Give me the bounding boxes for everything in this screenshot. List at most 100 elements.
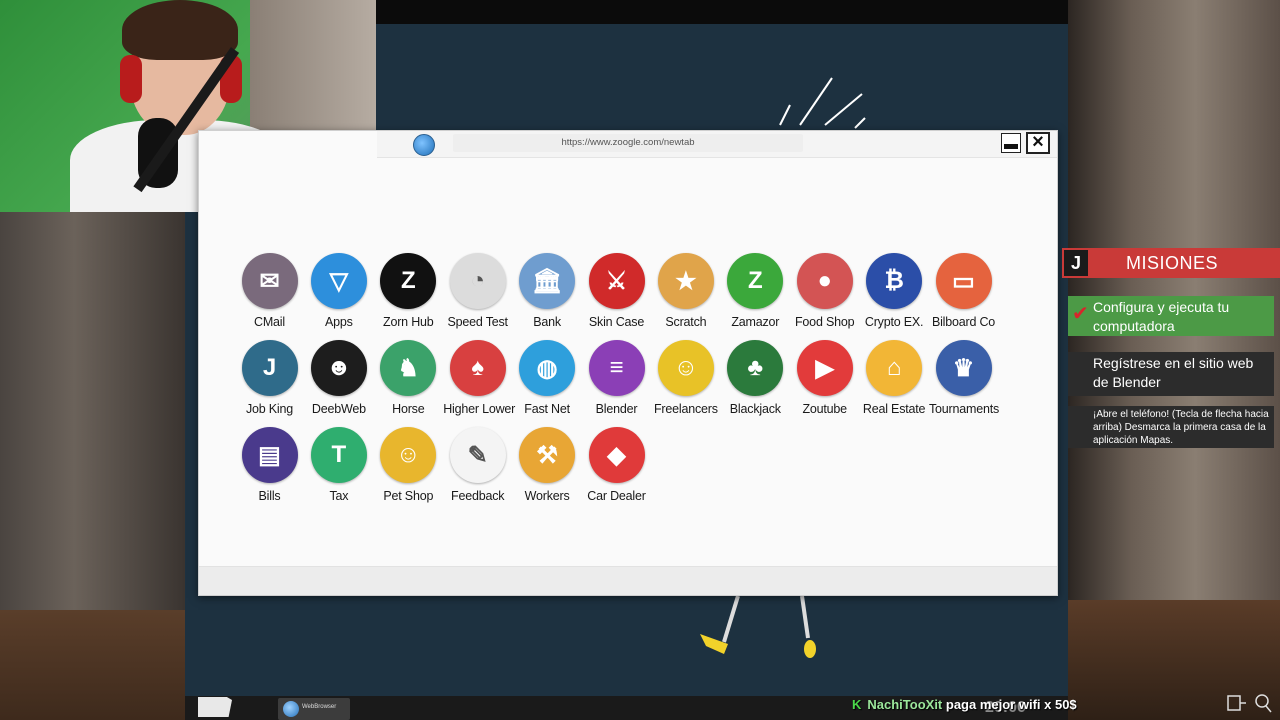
zorn-hub-icon: Z <box>380 253 437 309</box>
app-label: Blackjack <box>729 402 781 416</box>
burger-icon: ● <box>796 253 853 309</box>
mission-item: Regístrese en el sitio web de Blender <box>1068 352 1274 396</box>
app-label: Blender <box>595 402 638 416</box>
scratch-ticket-icon: ★ <box>657 253 714 309</box>
crypto-laptop-icon: ₿ <box>866 253 923 309</box>
trophy-icon: ♛ <box>935 340 992 396</box>
app-freelancers[interactable]: ☺ Freelancers <box>651 340 720 416</box>
chat-message: K NachiTooXit paga mejor wifi x 50$ <box>852 697 1077 712</box>
search-icon <box>1255 694 1269 708</box>
app-label: Bilboard Co <box>931 315 996 329</box>
app-zoutube[interactable]: ▶ Zoutube <box>790 340 859 416</box>
zamazor-icon: Z <box>727 253 784 309</box>
play-icon: ▶ <box>796 340 853 396</box>
app-zamazor[interactable]: Z Zamazor <box>721 253 790 329</box>
url-bar[interactable]: https://www.zoogle.com/newtab <box>453 134 803 152</box>
streamer-hair <box>122 0 238 60</box>
app-feedback[interactable]: ✎ Feedback <box>443 427 512 503</box>
room-floor-left <box>0 610 185 720</box>
checkmark-icon: ✔ <box>1072 303 1089 325</box>
app-scratch[interactable]: ★ Scratch <box>651 253 720 329</box>
job-icon: J <box>241 340 298 396</box>
app-deebweb[interactable]: ☻ DeebWeb <box>304 340 373 416</box>
mask-icon: ☻ <box>310 340 367 396</box>
app-label: Skin Case <box>588 315 645 329</box>
missions-title: MISIONES <box>1125 253 1218 273</box>
app-pet-shop[interactable]: ☺ Pet Shop <box>374 427 443 503</box>
app-label: DeebWeb <box>311 402 366 416</box>
app-label: Zorn Hub <box>383 315 434 329</box>
playing-card-icon: ♠ <box>449 340 506 396</box>
app-label: Zamazor <box>731 315 780 329</box>
monitor-bezel <box>376 0 1068 24</box>
mission-text: Configura y ejecuta tu computadora <box>1093 299 1230 334</box>
app-label: Apps <box>325 315 353 329</box>
app-label: Job King <box>245 402 294 416</box>
mail-icon: ✉ <box>241 253 298 309</box>
car-icon: ◆ <box>588 427 645 483</box>
app-food-shop[interactable]: ● Food Shop <box>790 253 859 329</box>
app-workers[interactable]: ⚒ Workers <box>513 427 582 503</box>
freelancer-icon: ☺ <box>657 340 714 396</box>
wallpaper-figure <box>700 595 816 658</box>
taskbar-browser-label: WebBrowser <box>302 704 337 710</box>
app-label: Bank <box>533 315 561 329</box>
app-bilboard-co[interactable]: ▭ Bilboard Co <box>929 253 998 329</box>
app-label: Feedback <box>451 489 505 503</box>
app-tournaments[interactable]: ♛ Tournaments <box>929 340 1000 416</box>
app-apps[interactable]: ▽ Apps <box>304 253 373 329</box>
app-car-dealer[interactable]: ◆ Car Dealer <box>582 427 651 503</box>
browser-footer <box>199 566 1057 595</box>
app-label: Workers <box>524 489 570 503</box>
house-icon: ⌂ <box>866 340 923 396</box>
browser-globe-icon <box>413 134 435 156</box>
app-label: Zoutube <box>802 402 847 416</box>
app-crypto-ex[interactable]: ₿ Crypto EX. <box>860 253 929 329</box>
app-label: CMail <box>254 315 285 329</box>
close-button[interactable]: × <box>1026 132 1050 154</box>
app-skin-case[interactable]: ⚔ Skin Case <box>582 253 651 329</box>
app-zorn-hub[interactable]: Z Zorn Hub <box>374 253 443 329</box>
browser-window: https://www.zoogle.com/newtab × ✉ CMail ▽ A… <box>198 130 1058 596</box>
app-real-estate[interactable]: ⌂ Real Estate <box>860 340 929 416</box>
app-label: Crypto EX. <box>864 315 924 329</box>
browser-globe-icon <box>283 701 299 717</box>
app-label: Tournaments <box>929 402 1000 416</box>
app-higher-lower[interactable]: ♠ Higher Lower <box>443 340 515 416</box>
app-label: Horse <box>392 402 425 416</box>
horse-icon: ♞ <box>380 340 437 396</box>
chat-text: paga mejor wifi x 50$ <box>945 697 1077 712</box>
app-speed-test[interactable]: ◔ Speed Test <box>443 253 512 329</box>
sliders-icon: ≡ <box>588 340 645 396</box>
app-bank[interactable]: 🏛 Bank <box>513 253 582 329</box>
app-tax[interactable]: T Tax <box>304 427 373 503</box>
minimize-button[interactable] <box>1001 133 1021 153</box>
app-bills[interactable]: ▤ Bills <box>235 427 304 503</box>
app-job-king[interactable]: J Job King <box>235 340 304 416</box>
app-label: Pet Shop <box>383 489 434 503</box>
headphones-icon <box>120 55 142 103</box>
exit-icon <box>1227 695 1241 711</box>
apps-triangle-icon: ▽ <box>310 253 367 309</box>
feedback-icon: ✎ <box>449 427 506 483</box>
knife-icon: ⚔ <box>588 253 645 309</box>
app-label: Freelancers <box>653 402 718 416</box>
mission-text: ¡Abre el teléfono! (Tecla de flecha haci… <box>1093 409 1269 446</box>
app-fast-net[interactable]: ◍ Fast Net <box>513 340 582 416</box>
chat-username: NachiTooXit <box>867 697 943 712</box>
mission-text: Regístrese en el sitio web de Blender <box>1093 355 1254 390</box>
app-label: Car Dealer <box>587 489 646 503</box>
speedometer-icon: ◔ <box>449 253 506 309</box>
app-blender[interactable]: ≡ Blender <box>582 340 651 416</box>
folder-icon[interactable] <box>198 697 232 717</box>
mission-item: ¡Abre el teléfono! (Tecla de flecha haci… <box>1068 406 1274 448</box>
billboard-icon: ▭ <box>935 253 992 309</box>
app-cmail[interactable]: ✉ CMail <box>235 253 304 329</box>
app-label: Speed Test <box>447 315 509 329</box>
app-blackjack[interactable]: ♣ Blackjack <box>721 340 790 416</box>
tray-icons <box>1227 694 1272 713</box>
app-label: Real Estate <box>862 402 926 416</box>
app-horse[interactable]: ♞ Horse <box>374 340 443 416</box>
bank-icon: 🏛 <box>519 253 576 309</box>
tax-icon: T <box>310 427 367 483</box>
